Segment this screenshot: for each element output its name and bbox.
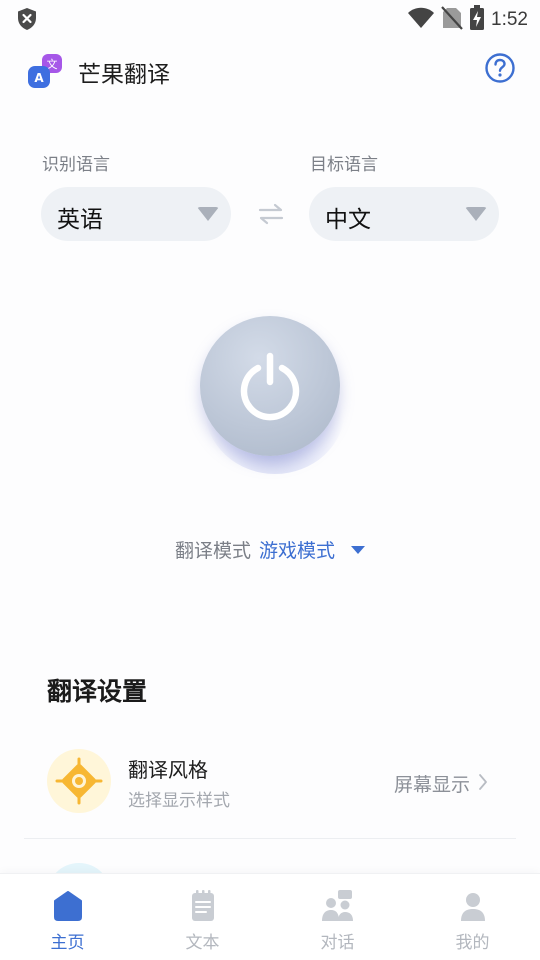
source-language-value: 英语	[57, 207, 103, 233]
status-time: 1:52	[491, 9, 528, 30]
source-language-select[interactable]: 英语	[41, 187, 231, 241]
setting-subtitle: 选择显示样式	[128, 791, 230, 811]
help-icon[interactable]	[484, 52, 516, 84]
status-bar: 1:52	[0, 0, 540, 36]
bottom-navigation: 主页 文本 对话 我的	[0, 873, 540, 960]
settings-section-title: 翻译设置	[47, 677, 148, 706]
setting-value: 屏幕显示	[393, 774, 470, 796]
document-icon	[185, 888, 221, 924]
translation-mode-selector[interactable]: 翻译模式 游戏模式	[0, 536, 540, 563]
battery-charging-icon	[469, 5, 485, 35]
nav-item-conversation[interactable]: 对话	[270, 874, 405, 960]
nav-label: 文本	[185, 933, 220, 953]
app-header: 文 A 芒果翻译	[24, 48, 516, 92]
mode-value: 游戏模式	[259, 540, 336, 562]
divider	[24, 838, 516, 839]
no-sim-icon	[441, 6, 463, 34]
chevron-right-icon	[478, 773, 488, 791]
power-button[interactable]	[200, 316, 340, 456]
profile-icon	[455, 888, 491, 924]
nav-item-text[interactable]: 文本	[135, 874, 270, 960]
target-language-value: 中文	[325, 207, 371, 233]
dropdown-caret-icon	[197, 207, 219, 221]
swap-icon[interactable]	[258, 203, 284, 225]
target-language-label: 目标语言	[310, 155, 378, 175]
power-icon	[234, 350, 306, 422]
nav-label: 主页	[50, 933, 85, 953]
wifi-icon	[407, 7, 435, 33]
style-target-icon	[47, 749, 111, 813]
shield-icon	[16, 7, 38, 35]
mode-label: 翻译模式	[174, 540, 251, 562]
dropdown-caret-icon	[465, 207, 487, 221]
app-title: 芒果翻译	[78, 62, 170, 88]
target-language-select[interactable]: 中文	[309, 187, 499, 241]
chevron-down-icon	[351, 545, 366, 554]
home-icon	[50, 888, 86, 924]
nav-item-profile[interactable]: 我的	[405, 874, 540, 960]
source-language-label: 识别语言	[42, 155, 110, 175]
nav-label: 我的	[455, 933, 490, 953]
translate-logo-icon: 文 A	[26, 52, 64, 90]
nav-label: 对话	[320, 933, 355, 953]
svg-text:A: A	[34, 71, 44, 85]
setting-title: 翻译风格	[128, 758, 208, 782]
setting-translation-style[interactable]: 翻译风格 选择显示样式 屏幕显示	[24, 742, 516, 838]
nav-item-home[interactable]: 主页	[0, 874, 135, 960]
conversation-icon	[320, 888, 356, 924]
